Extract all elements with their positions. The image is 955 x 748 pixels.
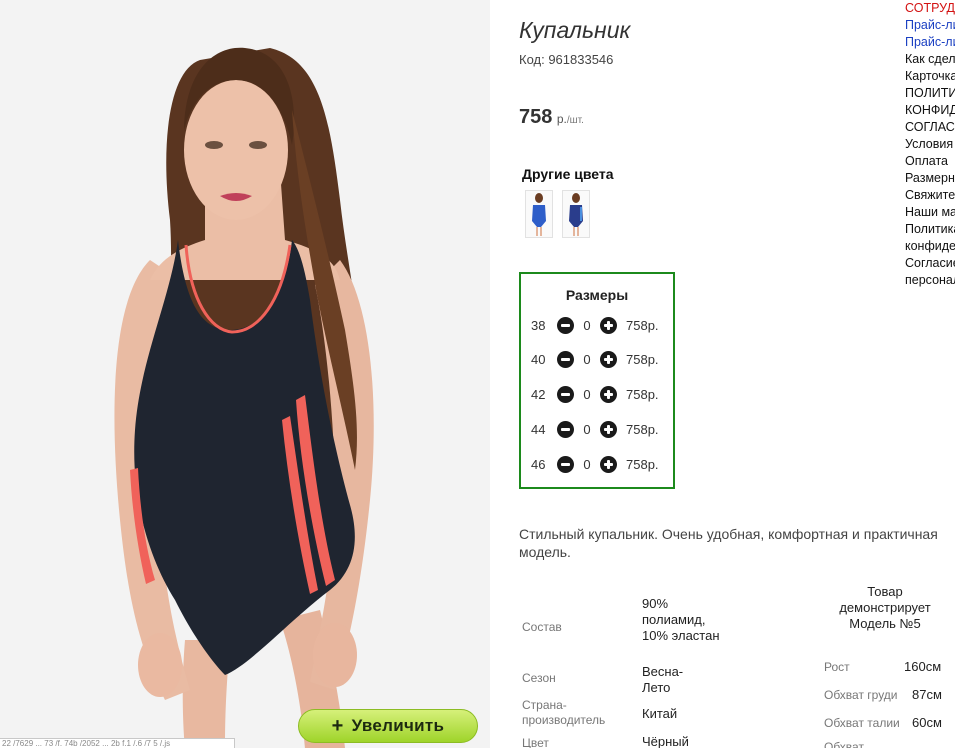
model-heading: Товар демонстрирует Модель №5 bbox=[839, 584, 931, 631]
size-label: 44 bbox=[531, 421, 546, 437]
model-hips-label: Обхват bbox=[824, 740, 864, 748]
product-title: Купальник bbox=[519, 17, 631, 43]
size-row: 44 0 758р. bbox=[531, 419, 659, 439]
menu-item-confidentiality[interactable]: КОНФИДЕНЦИАЛЬНОСТИ bbox=[905, 102, 955, 119]
menu-item-price-list[interactable]: Прайс-лист bbox=[905, 17, 955, 34]
plus-icon[interactable] bbox=[600, 350, 617, 368]
plus-icon[interactable] bbox=[600, 316, 617, 334]
size-row: 38 0 758р. bbox=[531, 315, 659, 335]
size-quantity: 0 bbox=[583, 351, 591, 367]
size-label: 46 bbox=[531, 456, 546, 472]
size-row: 42 0 758р. bbox=[531, 384, 659, 404]
model-chest-value: 87см bbox=[912, 687, 942, 702]
sizes-title: Размеры bbox=[565, 287, 629, 303]
plus-icon[interactable] bbox=[600, 385, 617, 403]
color-swatch-navy[interactable] bbox=[562, 190, 590, 238]
side-menu: СОТРУДНИЧЕСТВО Прайс-лист Прайс-лист Как… bbox=[905, 0, 955, 289]
menu-item-payment[interactable]: Оплата bbox=[905, 153, 955, 170]
model-waist-label: Обхват талии bbox=[824, 716, 900, 730]
menu-item-how-to-order[interactable]: Как сделать заказ bbox=[905, 51, 955, 68]
minus-icon[interactable] bbox=[557, 455, 574, 473]
spec-country-label: Страна-производитель bbox=[522, 698, 606, 727]
menu-item-personal-consent[interactable]: Согласие bbox=[905, 255, 955, 272]
model-height-value: 160см bbox=[904, 659, 942, 674]
menu-item-size-chart[interactable]: Размерная сетка bbox=[905, 170, 955, 187]
menu-item-our-stores[interactable]: Наши магазины bbox=[905, 204, 955, 221]
size-price: 758р. bbox=[626, 317, 659, 333]
spec-composition-label: Состав bbox=[522, 620, 562, 634]
other-colors-title: Другие цвета bbox=[522, 166, 614, 182]
menu-item-consent[interactable]: СОГЛАСИЕ bbox=[905, 119, 955, 136]
model-waist-value: 60см bbox=[912, 715, 942, 730]
size-quantity: 0 bbox=[583, 456, 591, 472]
product-price: 758 р./шт. bbox=[519, 106, 584, 129]
spec-color-value: Чёрный bbox=[642, 734, 689, 748]
zoom-plus-icon: + bbox=[331, 714, 344, 737]
minus-icon[interactable] bbox=[557, 420, 574, 438]
spec-season-value: Весна-Лето bbox=[642, 664, 684, 695]
swatch-thumbnail-icon bbox=[526, 191, 552, 237]
menu-item-terms[interactable]: Условия bbox=[905, 136, 955, 153]
spec-composition-value: 90% полиамид, 10% эластан bbox=[642, 596, 720, 643]
product-photo[interactable]: + Увеличить bbox=[0, 0, 490, 748]
size-label: 42 bbox=[531, 386, 546, 402]
sizes-panel: Размеры 38 0 758р. 40 0 758р. 42 0 758р.… bbox=[519, 272, 675, 489]
minus-icon[interactable] bbox=[557, 350, 574, 368]
zoom-button[interactable]: + Увеличить bbox=[298, 709, 478, 743]
menu-item-privacy-policy-cont[interactable]: конфиденциальности bbox=[905, 238, 955, 255]
plus-icon[interactable] bbox=[600, 420, 617, 438]
status-bar-url: 22 /7629 ... 73 /f. 74b /2052 ... 2b f.1… bbox=[0, 738, 235, 748]
menu-item-personal-consent-cont[interactable]: персональных bbox=[905, 272, 955, 289]
size-price: 758р. bbox=[626, 386, 659, 402]
minus-icon[interactable] bbox=[557, 385, 574, 403]
size-label: 38 bbox=[531, 317, 546, 333]
minus-icon[interactable] bbox=[557, 316, 574, 334]
swatch-thumbnail-icon bbox=[563, 191, 589, 237]
price-unit: р./шт. bbox=[556, 112, 584, 126]
menu-item-privacy-policy[interactable]: Политика bbox=[905, 221, 955, 238]
menu-item-policy[interactable]: ПОЛИТИКА bbox=[905, 85, 955, 102]
menu-item-price-list-2[interactable]: Прайс-лист bbox=[905, 34, 955, 51]
size-row: 46 0 758р. bbox=[531, 454, 659, 474]
zoom-label: Увеличить bbox=[351, 716, 445, 735]
spec-country-value: Китай bbox=[642, 706, 678, 721]
product-code: Код: 961833546 bbox=[519, 52, 614, 67]
size-label: 40 bbox=[531, 351, 546, 367]
price-value: 758 bbox=[519, 106, 553, 128]
model-height-label: Рост bbox=[824, 660, 850, 674]
spec-season-label: Сезон bbox=[522, 671, 556, 685]
size-price: 758р. bbox=[626, 456, 659, 472]
size-price: 758р. bbox=[626, 351, 659, 367]
plus-icon[interactable] bbox=[600, 455, 617, 473]
menu-item-contact[interactable]: Свяжитесь с нами bbox=[905, 187, 955, 204]
size-row: 40 0 758р. bbox=[531, 349, 659, 369]
model-swimsuit-illustration bbox=[0, 0, 490, 748]
size-quantity: 0 bbox=[583, 421, 591, 437]
size-quantity: 0 bbox=[583, 386, 591, 402]
menu-item-card[interactable]: Карточка bbox=[905, 68, 955, 85]
color-swatch-blue[interactable] bbox=[525, 190, 553, 238]
product-description: Стильный купальник. Очень удобная, комфо… bbox=[519, 526, 938, 560]
size-price: 758р. bbox=[626, 421, 659, 437]
size-quantity: 0 bbox=[583, 317, 591, 333]
spec-color-label: Цвет bbox=[522, 736, 549, 748]
model-chest-label: Обхват груди bbox=[824, 688, 898, 702]
menu-item-cooperation[interactable]: СОТРУДНИЧЕСТВО bbox=[905, 0, 955, 17]
